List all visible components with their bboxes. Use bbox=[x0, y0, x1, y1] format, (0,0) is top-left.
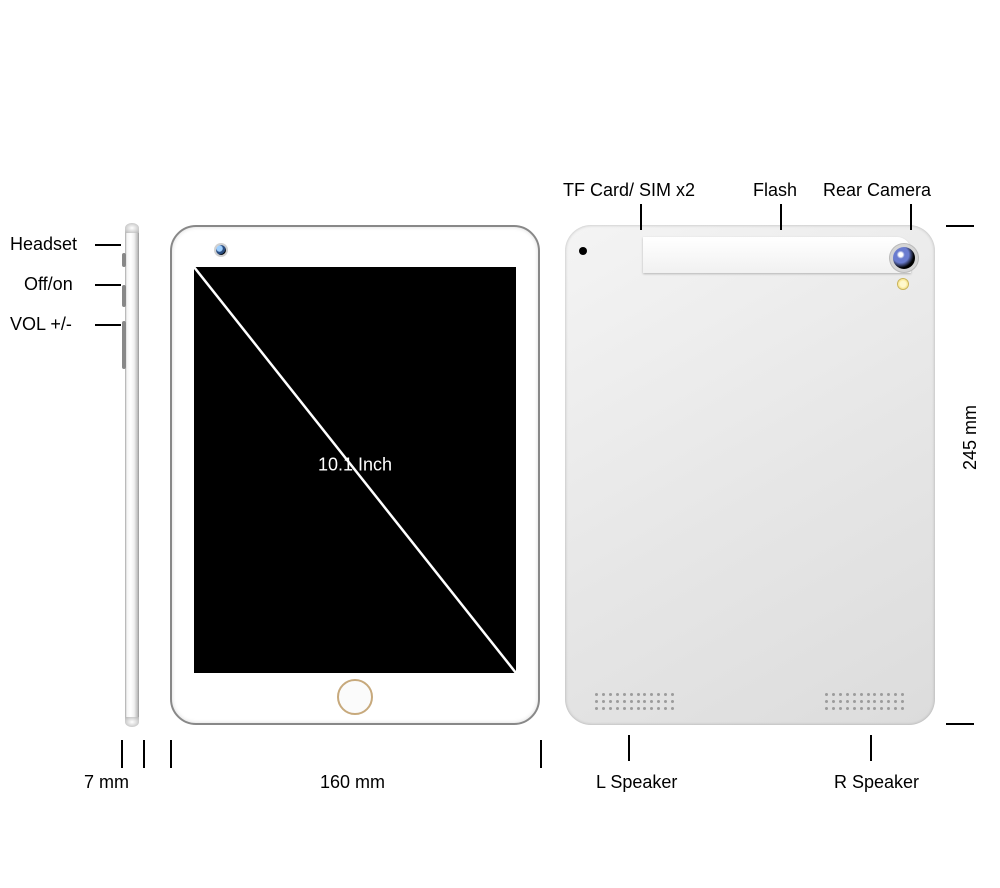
headset-jack-icon bbox=[122, 253, 126, 267]
label-l-speaker: L Speaker bbox=[596, 772, 677, 793]
front-camera-icon bbox=[216, 245, 226, 255]
label-rear-camera: Rear Camera bbox=[823, 180, 931, 201]
tablet-side-view bbox=[125, 225, 139, 725]
left-speaker-grill-icon bbox=[595, 693, 675, 711]
dim-width: 160 mm bbox=[320, 772, 385, 793]
dim-tick bbox=[121, 740, 123, 768]
label-tf-sim: TF Card/ SIM x2 bbox=[563, 180, 695, 201]
label-off-on: Off/on bbox=[24, 274, 73, 295]
label-r-speaker: R Speaker bbox=[834, 772, 919, 793]
right-speaker-grill-icon bbox=[825, 693, 905, 711]
leader-line bbox=[870, 735, 872, 761]
tablet-front-view: 10.1 Inch bbox=[170, 225, 540, 725]
dim-tick bbox=[170, 740, 172, 768]
leader-line bbox=[640, 204, 642, 230]
volume-rocker-icon bbox=[122, 321, 126, 369]
mic-hole-icon bbox=[579, 247, 587, 255]
leader-line bbox=[95, 244, 121, 246]
leader-line bbox=[95, 324, 121, 326]
flash-led-icon bbox=[898, 279, 908, 289]
rear-camera-icon bbox=[893, 247, 915, 269]
label-volume: VOL +/- bbox=[10, 314, 72, 335]
dim-thickness: 7 mm bbox=[84, 772, 129, 793]
screen-size-label: 10.1 Inch bbox=[318, 455, 392, 476]
power-button-icon bbox=[122, 285, 126, 307]
dim-height: 245 mm bbox=[960, 405, 981, 470]
antenna-strip bbox=[643, 237, 911, 273]
tablet-back-view bbox=[565, 225, 935, 725]
home-button-icon bbox=[337, 679, 373, 715]
dim-tick bbox=[540, 740, 542, 768]
dim-tick bbox=[946, 723, 974, 725]
leader-line bbox=[780, 204, 782, 230]
dim-tick bbox=[143, 740, 145, 768]
label-headset: Headset bbox=[10, 234, 77, 255]
leader-line bbox=[910, 204, 912, 230]
leader-line bbox=[95, 284, 121, 286]
dim-tick bbox=[946, 225, 974, 227]
label-flash: Flash bbox=[753, 180, 797, 201]
leader-line bbox=[628, 735, 630, 761]
